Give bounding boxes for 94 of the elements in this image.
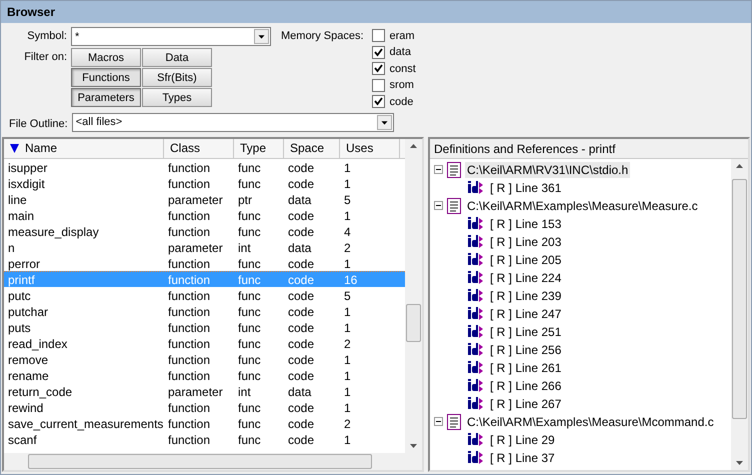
identifier-icon <box>468 288 484 302</box>
table-row[interactable]: putc function func code 5 <box>4 286 405 302</box>
collapse-icon[interactable] <box>434 417 443 426</box>
identifier-icon <box>468 342 484 356</box>
scroll-up-icon[interactable] <box>409 142 418 150</box>
identifier-icon <box>468 360 484 374</box>
table-row[interactable]: main function func code 1 <box>4 206 405 222</box>
sort-icon <box>10 144 19 152</box>
checkbox-label: eram <box>390 30 415 42</box>
table-row[interactable]: remove function func code 1 <box>4 350 405 366</box>
table-row[interactable]: n parameter int data 2 <box>4 238 405 254</box>
checkbox-label: srom <box>390 79 414 92</box>
symbol-combo[interactable]: * <box>71 27 271 46</box>
table-row[interactable]: measure_display function func code 4 <box>4 222 405 238</box>
file-outline-label: File Outline: <box>9 116 68 130</box>
scroll-thumb[interactable] <box>28 454 372 469</box>
checkbox[interactable] <box>372 29 385 42</box>
reference-item[interactable]: [ R ] Line 203 <box>488 234 564 250</box>
table-row[interactable]: putchar function func code 1 <box>4 302 405 318</box>
checkbox-label: code <box>390 96 414 108</box>
checkbox[interactable] <box>372 78 385 92</box>
table-row[interactable]: puts function func code 1 <box>4 318 405 334</box>
filter-button[interactable]: Data <box>142 48 212 68</box>
table-row[interactable]: read_index function func code 2 <box>4 334 405 350</box>
identifier-icon <box>468 180 484 194</box>
reference-item[interactable]: [ R ] Line 251 <box>488 324 564 340</box>
identifier-icon <box>468 324 484 338</box>
filter-label: Filter on: <box>23 50 67 64</box>
reference-item[interactable]: [ R ] Line 29 <box>488 432 557 448</box>
symbol-label: Symbol: <box>26 29 67 42</box>
reference-item[interactable]: [ R ] Line 361 <box>488 180 564 196</box>
checkbox-label: data <box>390 46 411 58</box>
checkbox[interactable] <box>372 46 385 59</box>
identifier-icon <box>468 306 484 320</box>
checkbox[interactable] <box>372 95 385 108</box>
reference-item[interactable]: [ R ] Line 261 <box>488 360 564 376</box>
scroll-down-icon[interactable] <box>409 441 418 450</box>
identifier-icon <box>468 432 484 446</box>
table-row[interactable]: return_code parameter int data 1 <box>4 382 405 398</box>
reference-item[interactable]: [ R ] Line 224 <box>488 270 564 286</box>
checkbox-label: const <box>390 62 416 75</box>
filter-button[interactable]: Macros <box>71 48 141 68</box>
table-row[interactable]: isxdigit function func code 1 <box>4 174 405 190</box>
reference-item[interactable]: [ R ] Line 37 <box>488 450 557 466</box>
reference-item[interactable]: [ R ] Line 247 <box>488 306 564 322</box>
identifier-icon <box>468 216 484 230</box>
scroll-thumb[interactable] <box>732 178 747 418</box>
file-path[interactable]: C:\Keil\ARM\RV31\INC\stdio.h <box>465 162 630 178</box>
horizontal-scrollbar[interactable] <box>4 453 422 470</box>
document-icon <box>447 162 461 178</box>
scroll-thumb[interactable] <box>406 304 421 342</box>
scroll-up-icon[interactable] <box>735 162 744 170</box>
column-header[interactable]: Uses <box>340 138 400 158</box>
filter-button[interactable]: Functions <box>71 68 141 88</box>
table-row[interactable]: save_current_measurements function func code 2 <box>4 414 405 430</box>
table-row[interactable]: scanf function func code 1 <box>4 430 405 446</box>
identifier-icon <box>468 234 484 248</box>
document-icon <box>447 198 461 214</box>
filter-button[interactable]: Sfr(Bits) <box>142 68 212 88</box>
identifier-icon <box>468 396 484 410</box>
column-header[interactable]: Space <box>284 138 340 158</box>
identifier-icon <box>468 270 484 284</box>
column-header[interactable]: Type <box>234 138 284 158</box>
vertical-scrollbar[interactable] <box>405 138 422 453</box>
filter-button[interactable]: Types <box>142 88 212 108</box>
column-header[interactable]: Class <box>164 138 234 158</box>
document-icon <box>447 414 461 430</box>
reference-item[interactable]: [ R ] Line 153 <box>488 216 564 232</box>
reference-item[interactable]: [ R ] Line 205 <box>488 252 564 268</box>
memory-spaces-label: Memory Spaces: <box>281 29 364 44</box>
collapse-icon[interactable] <box>434 165 443 174</box>
scroll-down-icon[interactable] <box>735 458 744 467</box>
identifier-icon <box>468 450 484 464</box>
table-row[interactable]: line parameter ptr data 5 <box>4 190 405 206</box>
checkbox[interactable] <box>372 62 385 76</box>
window-title: Browser <box>1 1 751 23</box>
table-row[interactable]: perror function func code 1 <box>4 254 405 270</box>
identifier-icon <box>468 378 484 392</box>
table-row[interactable]: rename function func code 1 <box>4 366 405 382</box>
vertical-scrollbar[interactable] <box>731 158 748 470</box>
table-row[interactable]: isupper function func code 1 <box>4 158 405 174</box>
reference-item[interactable]: [ R ] Line 239 <box>488 288 564 304</box>
table-row[interactable]: rewind function func code 1 <box>4 398 405 414</box>
file-path[interactable]: C:\Keil\ARM\Examples\Measure\Mcommand.c <box>465 414 716 430</box>
identifier-icon <box>468 252 484 266</box>
file-outline-combo[interactable]: <all files> <box>72 112 394 132</box>
file-path[interactable]: C:\Keil\ARM\Examples\Measure\Measure.c <box>465 198 700 214</box>
reference-item[interactable]: [ R ] Line 266 <box>488 378 564 394</box>
reference-item[interactable]: [ R ] Line 256 <box>488 342 564 358</box>
panel-title: Definitions and References - printf <box>430 138 748 158</box>
column-header[interactable]: Name <box>4 138 164 158</box>
filter-button[interactable]: Parameters <box>71 88 141 108</box>
collapse-icon[interactable] <box>434 201 443 210</box>
reference-item[interactable]: [ R ] Line 267 <box>488 396 564 412</box>
